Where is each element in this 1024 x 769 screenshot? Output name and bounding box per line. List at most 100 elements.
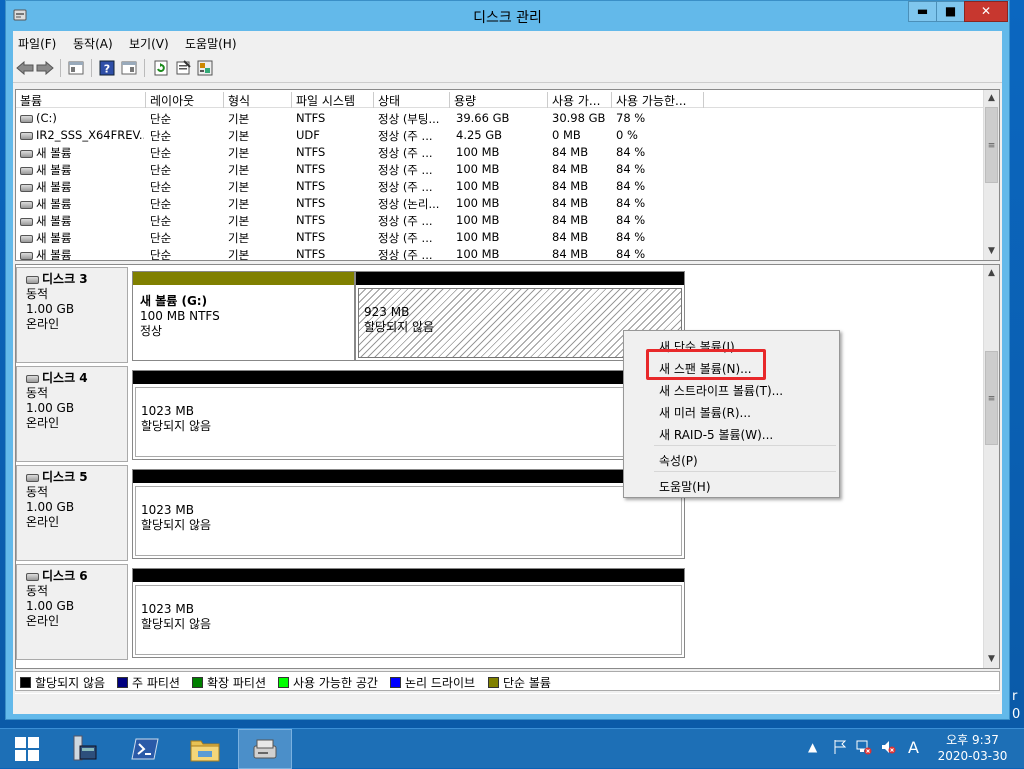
cell-filesystem: NTFS (296, 145, 326, 159)
disk-management-icon (253, 739, 277, 759)
disk-status: 온라인 (26, 317, 60, 331)
clock-date: 2020-03-30 (937, 749, 1008, 763)
minimize-button[interactable]: ▬ (908, 1, 936, 22)
volume-muted-icon[interactable] (880, 739, 896, 758)
scroll-up-icon[interactable]: ▲ (984, 265, 999, 281)
close-button[interactable]: ✕ (964, 1, 1008, 22)
menu-item-properties[interactable]: 속성(P) (659, 452, 698, 469)
volume-row[interactable]: 새 볼륨 단순 기본 NTFS 정상 (주 ... 100 MB 84 MB 84 % (16, 211, 984, 228)
menu-action[interactable]: 동작(A) (73, 35, 113, 52)
title-bar[interactable]: 디스크 관리 ▬ ■ ✕ (6, 1, 1009, 31)
tray-up-arrow-icon[interactable]: ▲ (808, 740, 817, 754)
partition-unallocated[interactable]: 1023 MB 할당되지 않음 (132, 469, 685, 559)
menu-help[interactable]: 도움말(H) (185, 35, 237, 52)
scroll-down-icon[interactable]: ▼ (984, 243, 999, 259)
col-layout[interactable]: 레이아웃 (146, 92, 224, 108)
help-icon[interactable]: ? (97, 58, 117, 78)
partition-unallocated[interactable]: 1023 MB 할당되지 않음 (132, 370, 685, 460)
cell-volume: (C:) (20, 111, 144, 125)
cell-capacity: 100 MB (456, 247, 500, 261)
disk-management-window: 디스크 관리 ▬ ■ ✕ 파일(F) 동작(A) 보기(V) 도움말(H) ? (5, 0, 1010, 720)
cell-volume: IR2_SSS_X64FREV... (20, 128, 144, 142)
disk-label[interactable]: 디스크 5 동적 1.00 GB 온라인 (16, 465, 128, 561)
partition-state: 할당되지 않음 (141, 617, 212, 631)
volume-row[interactable]: 새 볼륨 단순 기본 NTFS 정상 (주 ... 100 MB 84 MB 84 % (16, 143, 984, 160)
col-type[interactable]: 형식 (224, 92, 292, 108)
disk-label[interactable]: 디스크 4 동적 1.00 GB 온라인 (16, 366, 128, 462)
cell-capacity: 39.66 GB (456, 111, 510, 125)
partition-simple-volume[interactable]: 새 볼륨 (G:) 100 MB NTFS 정상 (132, 271, 355, 361)
legend-simple-volume: 단순 볼륨 (488, 674, 551, 691)
legend-swatch (117, 677, 128, 688)
menu-item-new-striped-volume[interactable]: 새 스트라이프 볼륨(T)... (659, 382, 783, 399)
disk-type: 동적 (26, 287, 49, 301)
volume-row[interactable]: (C:) 단순 기본 NTFS 정상 (부팅... 39.66 GB 30.98 GB 78 … (16, 109, 984, 126)
col-volume[interactable]: 볼륨 (16, 92, 146, 108)
refresh-icon[interactable] (151, 58, 171, 78)
disk-size: 1.00 GB (26, 401, 75, 415)
col-filesystem[interactable]: 파일 시스템 (292, 92, 374, 108)
desktop-edge-text: r 0 (1012, 689, 1021, 722)
volume-row[interactable]: 새 볼륨 단순 기본 NTFS 정상 (주 ... 100 MB 84 MB 84 % (16, 160, 984, 177)
back-arrow-icon[interactable] (15, 58, 35, 78)
settings-icon[interactable] (195, 58, 215, 78)
scroll-thumb[interactable]: ≡ (985, 351, 998, 445)
volume-list-scrollbar[interactable]: ▲ ≡ ▼ (983, 90, 999, 260)
scroll-down-icon[interactable]: ▼ (984, 651, 999, 667)
disk-label[interactable]: 디스크 6 동적 1.00 GB 온라인 (16, 564, 128, 660)
menu-view[interactable]: 보기(V) (129, 35, 169, 52)
cell-filesystem: NTFS (296, 213, 326, 227)
disk-size: 1.00 GB (26, 302, 75, 316)
cell-percent-free: 84 % (616, 196, 646, 210)
cell-capacity: 100 MB (456, 162, 500, 176)
network-icon[interactable] (856, 739, 872, 758)
volume-row[interactable]: IR2_SSS_X64FREV... 단순 기본 UDF 정상 (주 ... 4.25 G… (16, 126, 984, 143)
menu-file[interactable]: 파일(F) (18, 35, 56, 52)
forward-arrow-icon[interactable] (35, 58, 55, 78)
menu-item-new-raid5-volume[interactable]: 새 RAID-5 볼륨(W)... (659, 426, 773, 443)
col-status[interactable]: 상태 (374, 92, 450, 108)
volume-row[interactable]: 새 볼륨 단순 기본 NTFS 정상 (주 ... 100 MB 84 MB 84 % (16, 228, 984, 245)
disk-label[interactable]: 디스크 3 동적 1.00 GB 온라인 (16, 267, 128, 363)
drive-icon (20, 217, 33, 226)
disk-view-scrollbar[interactable]: ▲ ≡ ▼ (983, 265, 999, 668)
disk-name: 디스크 5 (26, 470, 127, 485)
clock[interactable]: 오후 9:37 2020-03-30 (935, 732, 1010, 764)
partition-info: 100 MB NTFS (140, 309, 220, 323)
properties-pane-icon[interactable] (119, 58, 139, 78)
highlight-box (646, 349, 766, 380)
cell-percent-free: 78 % (616, 111, 646, 125)
ime-indicator[interactable]: A (908, 738, 919, 757)
partition-info: 1023 MB (141, 404, 194, 418)
taskbar-powershell[interactable] (118, 729, 172, 769)
status-bar (15, 693, 1000, 713)
disk-size: 1.00 GB (26, 599, 75, 613)
volume-row[interactable]: 새 볼륨 단순 기본 NTFS 정상 (주 ... 100 MB 84 MB 84 % (16, 245, 984, 261)
properties-icon[interactable] (173, 58, 193, 78)
scroll-thumb[interactable]: ≡ (985, 107, 998, 183)
menu-item-help[interactable]: 도움말(H) (659, 478, 711, 495)
taskbar-disk-management[interactable] (238, 729, 292, 769)
maximize-button[interactable]: ■ (936, 1, 964, 22)
col-free-space[interactable]: 사용 가... (548, 92, 612, 108)
menu-item-new-mirrored-volume[interactable]: 새 미러 볼륨(R)... (659, 404, 751, 421)
taskbar-file-explorer[interactable] (178, 729, 232, 769)
console-tree-icon[interactable] (66, 58, 86, 78)
cell-capacity: 100 MB (456, 196, 500, 210)
disk-name: 디스크 4 (26, 371, 127, 386)
cell-capacity: 100 MB (456, 230, 500, 244)
col-capacity[interactable]: 용량 (450, 92, 548, 108)
partition-body: 1023 MB 할당되지 않음 (135, 585, 682, 655)
start-button[interactable] (0, 729, 54, 769)
taskbar-server-manager[interactable] (56, 729, 110, 769)
flag-icon[interactable] (832, 739, 848, 758)
cell-percent-free: 84 % (616, 145, 646, 159)
cell-percent-free: 84 % (616, 179, 646, 193)
partition-unallocated[interactable]: 1023 MB 할당되지 않음 (132, 568, 685, 658)
col-percent-free[interactable]: 사용 가능한... (612, 92, 704, 108)
volume-row[interactable]: 새 볼륨 단순 기본 NTFS 정상 (주 ... 100 MB 84 MB 84 % (16, 177, 984, 194)
cell-status: 정상 (논리... (378, 197, 440, 211)
volume-row[interactable]: 새 볼륨 단순 기본 NTFS 정상 (논리... 100 MB 84 MB 84 % (16, 194, 984, 211)
partition-info: 1023 MB (141, 602, 194, 616)
scroll-up-icon[interactable]: ▲ (984, 90, 999, 106)
